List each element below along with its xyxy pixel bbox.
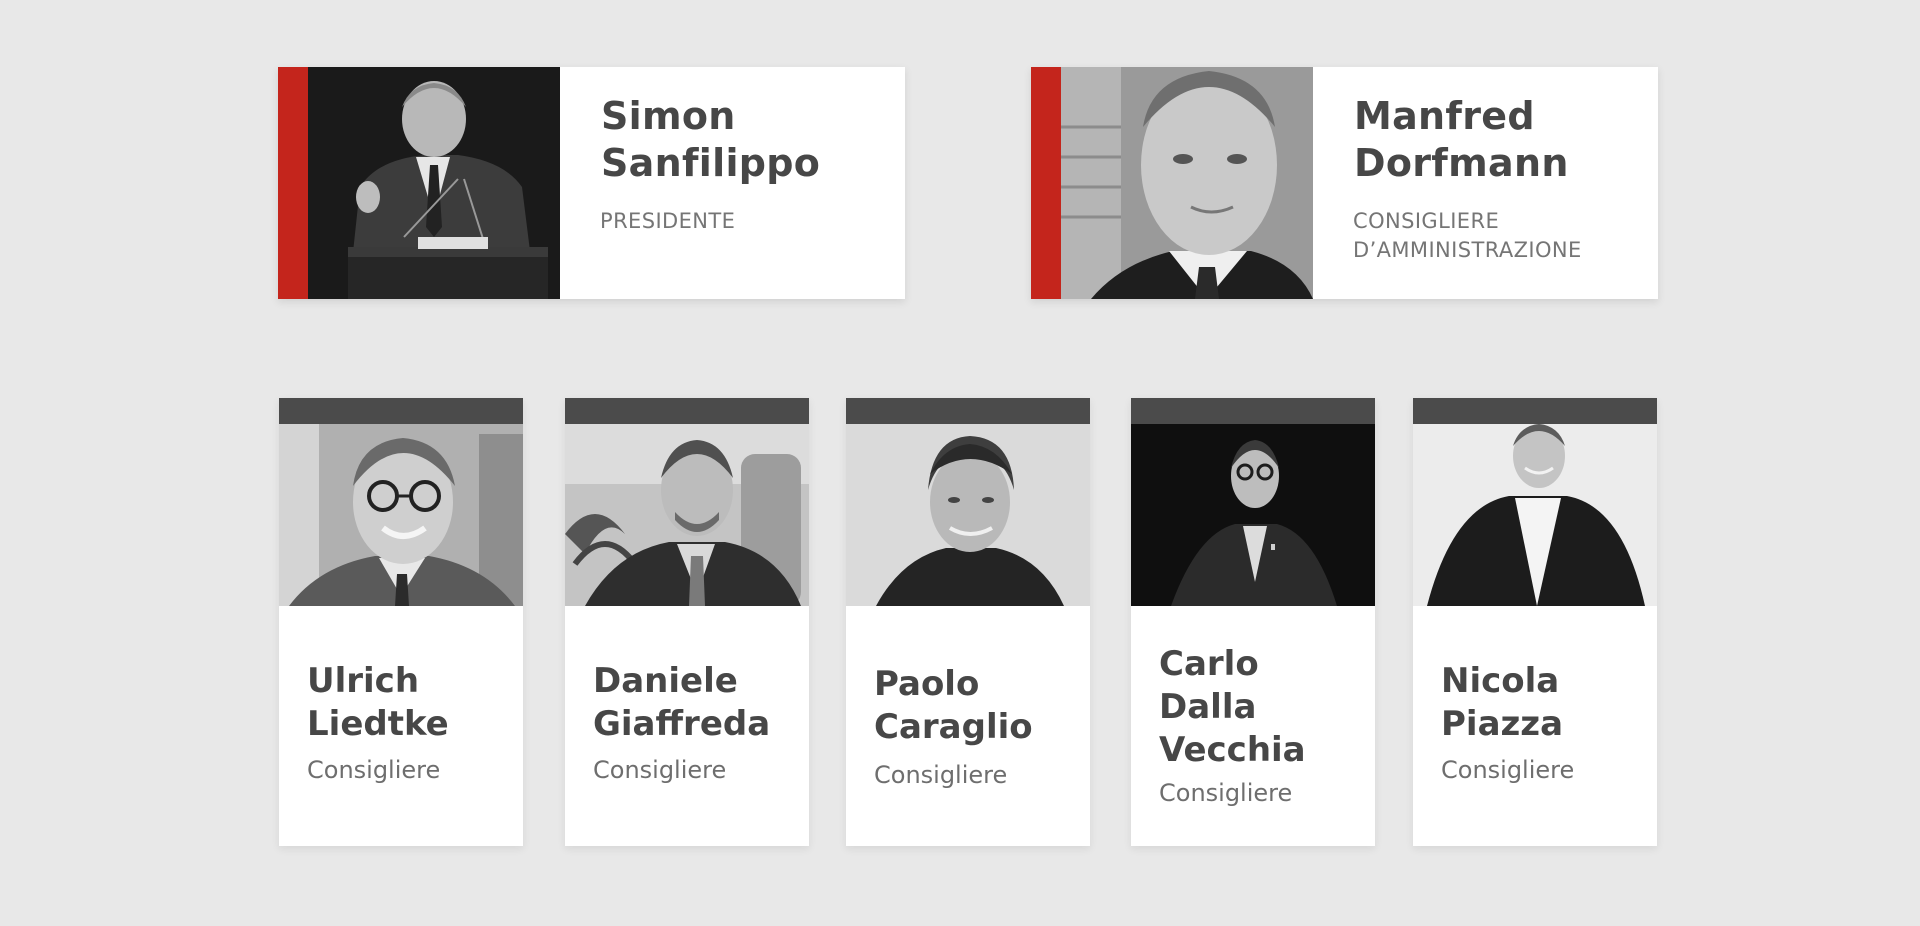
leader-last-name: Dorfmann: [1354, 141, 1569, 185]
seated-person-portrait-icon: [565, 424, 809, 606]
member-first-name: Paolo: [874, 664, 980, 704]
member-name: Nicola Piazza: [1441, 660, 1651, 746]
card-header-bar: [279, 398, 523, 424]
leader-role: PRESIDENTE: [600, 207, 900, 236]
council-member-card: Daniele Giaffreda Consigliere: [565, 398, 809, 846]
person-dark-background-portrait-icon: [1131, 424, 1375, 606]
leader-role-line1: PRESIDENTE: [600, 209, 736, 233]
council-member-card: Nicola Piazza Consigliere: [1413, 398, 1657, 846]
leader-first-name: Manfred: [1354, 94, 1535, 138]
leader-name: Manfred Dorfmann: [1354, 93, 1644, 187]
card-header-bar: [565, 398, 809, 424]
member-first-name: Nicola: [1441, 661, 1560, 701]
member-role: Consigliere: [307, 756, 441, 784]
portrait-photo: [565, 424, 809, 606]
member-last-name: Piazza: [1441, 704, 1564, 744]
leader-last-name: Sanfilippo: [601, 141, 821, 185]
leader-first-name: Simon: [601, 94, 736, 138]
leader-name: Simon Sanfilippo: [601, 93, 891, 187]
member-last-name: Caraglio: [874, 707, 1033, 747]
member-name: Carlo Dalla Vecchia: [1159, 643, 1369, 772]
member-first-name: Ulrich: [307, 661, 420, 701]
portrait-photo: [1131, 424, 1375, 606]
member-first-name: Carlo: [1159, 644, 1259, 684]
council-member-card: Ulrich Liedtke Consigliere: [279, 398, 523, 846]
card-header-bar: [1131, 398, 1375, 424]
council-member-card: Carlo Dalla Vecchia Consigliere: [1131, 398, 1375, 846]
card-header-bar: [1413, 398, 1657, 424]
leader-role: CONSIGLIERE D’AMMINISTRAZIONE: [1353, 207, 1653, 265]
member-middle-name: Dalla: [1159, 687, 1257, 727]
member-last-name: Vecchia: [1159, 730, 1306, 770]
leader-role-line1: CONSIGLIERE: [1353, 209, 1500, 233]
person-in-sweater-portrait-icon: [846, 424, 1090, 606]
portrait-photo: [1413, 424, 1657, 606]
portrait-photo: [846, 424, 1090, 606]
red-accent-stripe: [1031, 67, 1061, 299]
person-light-background-portrait-icon: [1413, 424, 1657, 606]
headshot-portrait-icon: [1061, 67, 1313, 299]
member-name: Ulrich Liedtke: [307, 660, 517, 746]
person-with-glasses-portrait-icon: [279, 424, 523, 606]
member-role: Consigliere: [874, 761, 1008, 789]
member-role: Consigliere: [1441, 756, 1575, 784]
leadership-card-board-member: Manfred Dorfmann CONSIGLIERE D’AMMINISTR…: [1031, 67, 1658, 299]
card-header-bar: [846, 398, 1090, 424]
member-first-name: Daniele: [593, 661, 738, 701]
leadership-card-president: Simon Sanfilippo PRESIDENTE: [278, 67, 905, 299]
portrait-photo: [1061, 67, 1313, 299]
portrait-photo: [308, 67, 560, 299]
member-role: Consigliere: [593, 756, 727, 784]
member-name: Paolo Caraglio: [874, 663, 1084, 749]
member-last-name: Liedtke: [307, 704, 449, 744]
leader-role-line2: D’AMMINISTRAZIONE: [1353, 238, 1582, 262]
person-speaking-portrait-icon: [308, 67, 560, 299]
portrait-photo: [279, 424, 523, 606]
member-name: Daniele Giaffreda: [593, 660, 803, 746]
red-accent-stripe: [278, 67, 308, 299]
member-last-name: Giaffreda: [593, 704, 771, 744]
member-role: Consigliere: [1159, 779, 1293, 807]
council-member-card: Paolo Caraglio Consigliere: [846, 398, 1090, 846]
